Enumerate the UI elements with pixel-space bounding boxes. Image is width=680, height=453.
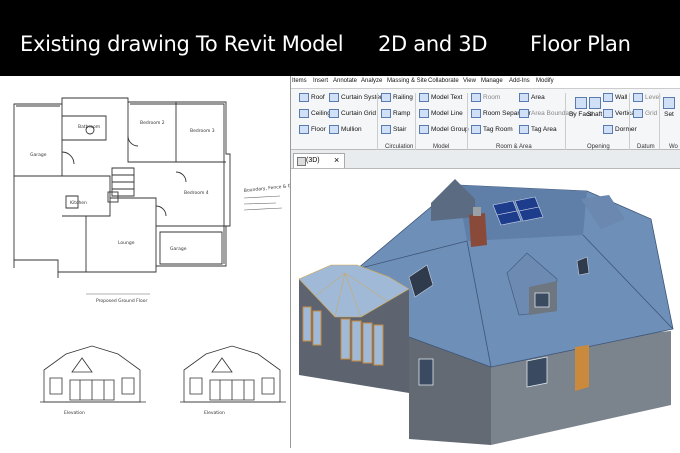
- revit-window: Items Insert Annotate Analyze Massing & …: [290, 76, 680, 448]
- label-room-b: Bedroom 2: [140, 120, 165, 126]
- by-face-icon: [574, 97, 587, 109]
- label-room-a: Garage: [30, 152, 47, 158]
- sketch-caption-elev2: Elevation: [204, 410, 225, 416]
- menu-bar: Items Insert Annotate Analyze Massing & …: [291, 76, 680, 89]
- menu-analyze[interactable]: Analyze: [361, 78, 382, 84]
- front-window-left: [418, 358, 434, 386]
- menu-manage[interactable]: Manage: [481, 78, 503, 84]
- 3d-viewport[interactable]: [291, 169, 680, 448]
- grid-icon: [633, 109, 643, 118]
- banner-title-2d3d: 2D and 3D: [378, 32, 488, 56]
- floor-button[interactable]: Floor: [299, 125, 326, 134]
- banner: Existing drawing To Revit Model 2D and 3…: [0, 0, 680, 76]
- label-room-f: Kitchen: [70, 200, 87, 206]
- view-tab-bar: (3D) ×: [291, 150, 680, 169]
- label-room-h: Garage: [170, 246, 187, 252]
- railing-button[interactable]: Railing: [381, 93, 413, 102]
- view-3d-icon: [297, 157, 306, 166]
- tab-3d-view[interactable]: (3D) ×: [293, 153, 345, 168]
- curtain-system-icon: [329, 93, 339, 102]
- room-separator-icon: [471, 109, 481, 118]
- grid-button[interactable]: Grid: [633, 109, 657, 118]
- elevation-sketch-1: [40, 345, 146, 403]
- label-room-g: Lounge: [118, 240, 135, 246]
- stair-button[interactable]: Stair: [381, 125, 406, 134]
- tab-3d-label: (3D): [306, 157, 320, 164]
- floor-plan-sketch: Garage Bedroom 2 Bedroom 3 Bedroom 4 Bat…: [13, 97, 299, 416]
- house-3d-model: [298, 179, 674, 445]
- banner-title-floorplan: Floor Plan: [530, 32, 631, 56]
- menu-view[interactable]: View: [463, 78, 476, 84]
- area-button[interactable]: Area: [519, 93, 545, 102]
- menu-insert[interactable]: Insert: [313, 78, 328, 84]
- menu-addins[interactable]: Add-Ins: [509, 78, 530, 84]
- wall-opening-icon: [603, 93, 613, 102]
- roof-icon: [299, 93, 309, 102]
- vertical-opening-button[interactable]: Vertical: [603, 109, 636, 118]
- close-icon[interactable]: ×: [334, 155, 339, 165]
- label-room-d: Bedroom 4: [184, 190, 209, 196]
- tag-room-button[interactable]: Tag Room: [471, 125, 513, 134]
- model-line-icon: [419, 109, 429, 118]
- floor-icon: [299, 125, 309, 134]
- ribbon: Roof Ceiling Floor Curtain System Curtai…: [291, 89, 680, 151]
- area-icon: [519, 93, 529, 102]
- railing-icon: [381, 93, 391, 102]
- tag-area-button[interactable]: Tag Area: [519, 125, 557, 134]
- front-door: [575, 345, 589, 391]
- dormer-button[interactable]: Dormer: [603, 125, 637, 134]
- chimney-pot: [473, 207, 481, 216]
- banner-title-main: Existing drawing To Revit Model: [20, 32, 344, 56]
- set-workplane-button[interactable]: Set: [663, 97, 675, 118]
- mullion-icon: [329, 125, 339, 134]
- wall-opening-button[interactable]: Wall: [603, 93, 627, 102]
- menu-modify[interactable]: Modify: [536, 78, 554, 84]
- ramp-button[interactable]: Ramp: [381, 109, 410, 118]
- dormer-window: [534, 292, 550, 308]
- menu-massing-site[interactable]: Massing & Site: [387, 78, 427, 84]
- sketch-caption-elev1: Elevation: [64, 410, 85, 416]
- shaft-icon: [588, 97, 601, 109]
- model-group-button[interactable]: Model Group: [419, 125, 469, 134]
- tag-area-icon: [519, 125, 529, 134]
- label-room-e: Bathroom: [78, 124, 100, 130]
- menu-collaborate[interactable]: Collaborate: [428, 78, 459, 84]
- curtain-grid-icon: [329, 109, 339, 118]
- chimney: [469, 213, 487, 247]
- menu-annotate[interactable]: Annotate: [333, 78, 357, 84]
- front-window-right: [526, 356, 548, 388]
- vertical-opening-icon: [603, 109, 613, 118]
- area-boundary-icon: [519, 109, 529, 118]
- roof-button[interactable]: Roof: [299, 93, 325, 102]
- hand-sketch-panel: Garage Bedroom 2 Bedroom 3 Bedroom 4 Bat…: [0, 76, 299, 448]
- shaft-button[interactable]: Shaft: [587, 97, 602, 118]
- room-icon: [471, 93, 481, 102]
- ramp-icon: [381, 109, 391, 118]
- label-room-c: Bedroom 3: [190, 128, 215, 134]
- stair-icon: [381, 125, 391, 134]
- sketch-note: Boundary, Fence & Gate: [244, 182, 290, 194]
- model-text-button[interactable]: Model Text: [419, 93, 462, 102]
- sketch-caption-plan: Proposed Ground Floor: [96, 298, 147, 304]
- model-line-button[interactable]: Model Line: [419, 109, 463, 118]
- ceiling-icon: [299, 109, 309, 118]
- area-boundary-button[interactable]: Area Boundary: [519, 109, 574, 118]
- curtain-grid-button[interactable]: Curtain Grid: [329, 109, 376, 118]
- mullion-button[interactable]: Mullion: [329, 125, 362, 134]
- level-button[interactable]: Level: [633, 93, 661, 102]
- elevation-sketch-2: [180, 345, 286, 403]
- set-workplane-icon: [663, 97, 675, 109]
- tag-room-icon: [471, 125, 481, 134]
- model-text-icon: [419, 93, 429, 102]
- ceiling-button[interactable]: Ceiling: [299, 109, 331, 118]
- room-button[interactable]: Room: [471, 93, 500, 102]
- model-group-icon: [419, 125, 429, 134]
- menu-architecture[interactable]: Items: [292, 78, 307, 84]
- dormer-icon: [603, 125, 613, 134]
- level-icon: [633, 93, 643, 102]
